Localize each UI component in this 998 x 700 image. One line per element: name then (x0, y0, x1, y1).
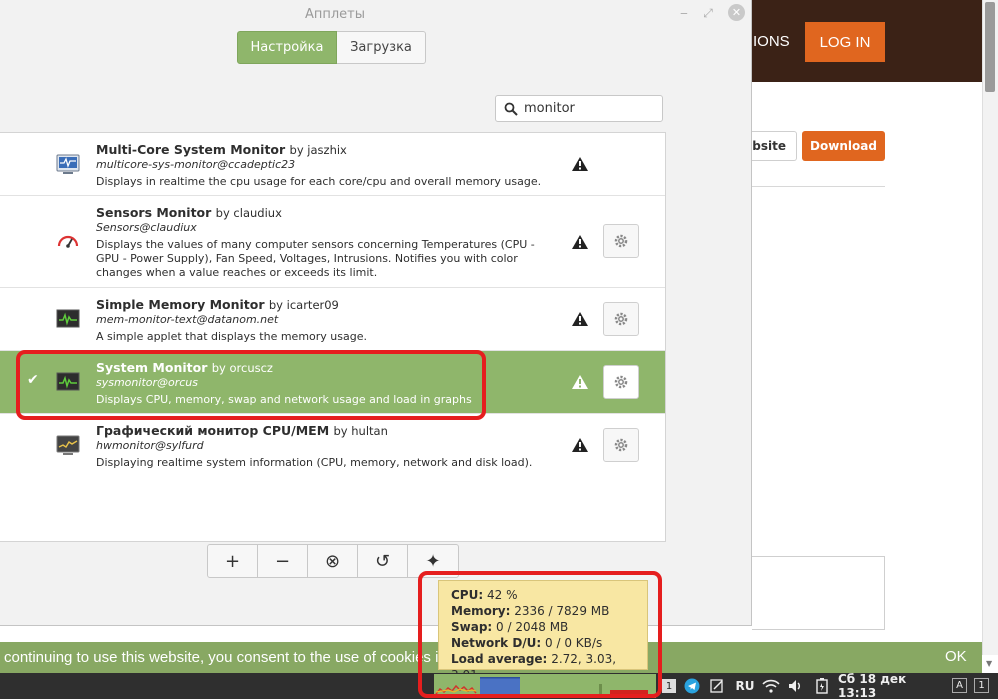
gauge-icon (56, 229, 80, 253)
minimize-icon[interactable]: ‒ (676, 5, 692, 21)
wifi-icon[interactable] (761, 676, 781, 696)
applet-list[interactable]: Multi-Core System Monitor by jaszhix mul… (0, 132, 666, 542)
applet-description: Displaying realtime system information (… (96, 456, 533, 469)
volume-icon[interactable] (786, 676, 806, 696)
applet-description: Displays in realtime the cpu usage for e… (96, 175, 542, 188)
gear-icon (612, 373, 630, 391)
applet-uuid: multicore-sys-monitor@ccadeptic23 (96, 158, 296, 171)
cookie-ok-button[interactable]: OK (945, 648, 967, 665)
list-item[interactable]: Simple Memory Monitor by icarter09 mem-m… (0, 288, 665, 351)
page-scrollbar[interactable] (982, 0, 998, 655)
applet-uuid: hwmonitor@sylfurd (96, 439, 204, 452)
configure-button[interactable] (603, 302, 639, 336)
scroll-down-arrow-icon[interactable]: ▼ (986, 659, 992, 668)
monitor-applet-icon (56, 433, 80, 457)
download-button[interactable]: Download (802, 131, 885, 161)
maximize-icon[interactable]: ⤢ (700, 5, 716, 21)
scrollbar-thumb[interactable] (985, 2, 995, 92)
workspace-indicator[interactable]: 1 (662, 679, 676, 693)
tab-manage[interactable]: Настройка (237, 31, 337, 64)
monitor-applet-icon (56, 152, 80, 176)
configure-button[interactable] (603, 224, 639, 258)
configure-button[interactable] (603, 365, 639, 399)
list-item[interactable]: Multi-Core System Monitor by jaszhix mul… (0, 133, 665, 196)
applets-window: Апплеты ‒ ⤢ ✕ Настройка Загрузка monitor… (0, 0, 752, 626)
add-applet-button[interactable]: + (208, 545, 258, 577)
warning-icon[interactable] (571, 437, 589, 453)
highlight-annotation (16, 350, 486, 420)
applet-author: by claudiux (215, 206, 282, 220)
indicator-1[interactable]: 1 (974, 678, 989, 693)
applet-author: by icarter09 (268, 298, 339, 312)
window-title: Апплеты (304, 7, 366, 22)
applet-description: A simple applet that displays the memory… (96, 330, 367, 343)
applet-author: by hultan (333, 424, 388, 438)
applet-author: by jaszhix (289, 143, 347, 157)
uninstall-button[interactable]: ⊗ (308, 545, 358, 577)
cookie-text: continuing to use this website, you cons… (4, 649, 475, 666)
search-input[interactable]: monitor (495, 95, 663, 122)
applet-name: Sensors Monitor (96, 205, 212, 220)
applet-name: Simple Memory Monitor (96, 297, 265, 312)
gear-icon (612, 232, 630, 250)
login-button[interactable]: LOG IN (805, 22, 885, 62)
close-icon[interactable]: ✕ (728, 4, 745, 21)
tab-bar: Настройка Загрузка (237, 31, 426, 64)
search-icon (504, 102, 518, 116)
gear-icon (612, 436, 630, 454)
tab-download[interactable]: Загрузка (337, 31, 426, 64)
indicator-a[interactable]: A (952, 678, 967, 693)
highlight-annotation (418, 571, 662, 698)
list-item[interactable]: Sensors Monitor by claudiux Sensors@clau… (0, 196, 665, 288)
comment-textarea[interactable] (752, 556, 885, 630)
telegram-icon[interactable] (683, 676, 701, 696)
list-item[interactable]: Графический монитор CPU/MEM by hultan hw… (0, 414, 665, 477)
notes-icon[interactable] (708, 676, 726, 696)
restore-button[interactable]: ↺ (358, 545, 408, 577)
warning-icon[interactable] (571, 156, 589, 172)
applet-description: Displays the values of many computer sen… (96, 238, 535, 279)
configure-button[interactable] (603, 428, 639, 462)
keyboard-layout[interactable]: RU (733, 676, 757, 696)
warning-icon[interactable] (571, 234, 589, 250)
remove-applet-button[interactable]: − (258, 545, 308, 577)
clock[interactable]: Сб 18 дек 13:13 (838, 672, 946, 700)
divider (752, 186, 885, 187)
warning-icon[interactable] (571, 311, 589, 327)
monitor-applet-icon (56, 307, 80, 331)
warning-icon[interactable] (571, 374, 589, 390)
gear-icon (612, 310, 630, 328)
applet-uuid: Sensors@claudiux (96, 221, 197, 234)
battery-icon[interactable] (813, 676, 831, 696)
nav-link-partial[interactable]: IONS (753, 33, 790, 50)
applet-name: Multi-Core System Monitor (96, 142, 286, 157)
applet-name: Графический монитор CPU/MEM (96, 423, 330, 438)
applet-uuid: mem-monitor-text@datanom.net (96, 313, 279, 326)
search-value: monitor (524, 101, 575, 116)
